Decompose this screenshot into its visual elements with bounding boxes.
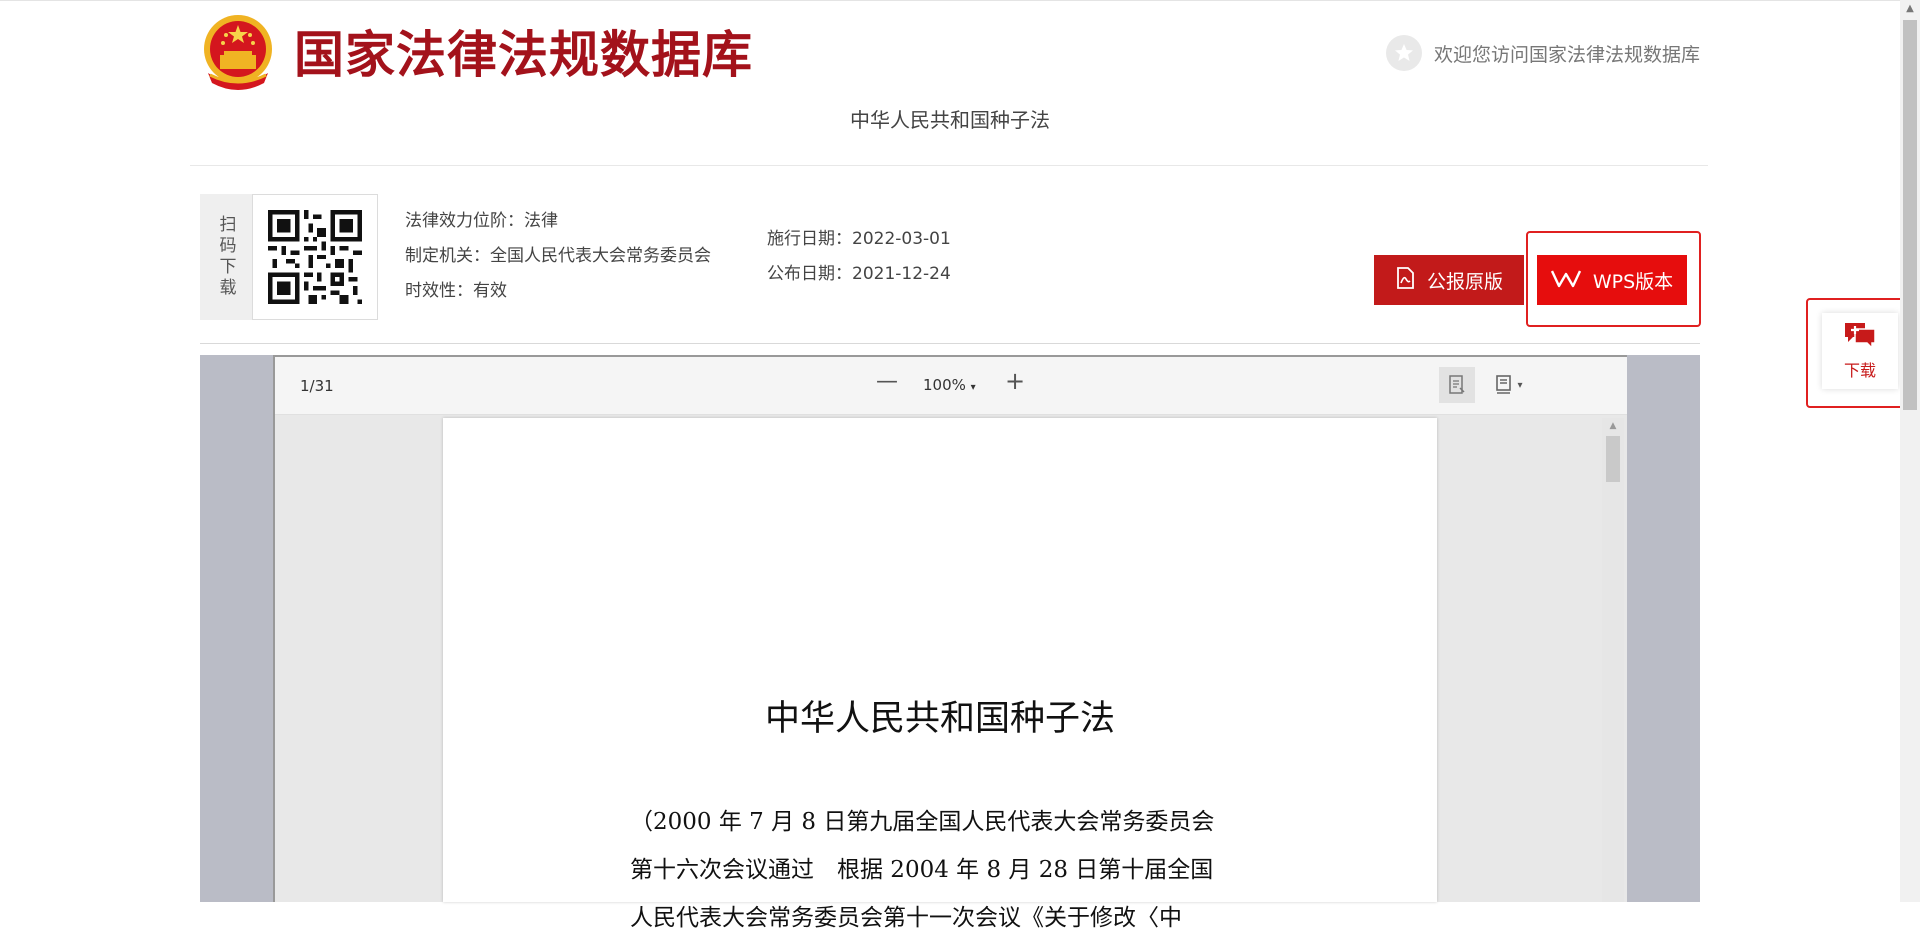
national-emblem-icon[interactable] [200,13,276,93]
meta-validity: 时效性： 有效 [405,281,507,301]
meta-column-1: 法律效力位阶： 法律 制定机关： 全国人民代表大会常务委员会 时效性： 有效 [405,204,711,309]
qr-label: 扫码下载 [200,194,252,320]
pdf-icon [1395,266,1415,294]
page-scrollbar-thumb[interactable] [1903,20,1917,410]
page-view-button[interactable] [1439,367,1475,403]
highlight-box-download [1806,298,1914,408]
star-icon[interactable] [1385,35,1422,71]
document-line: （2000 年 7 月 8 日第九届全国人民代表大会常务委员会 [630,809,1215,835]
document-line: 人民代表大会常务委员会第十一次会议《关于修改〈中 [630,905,1182,931]
meta-effective-date: 施行日期： 2022-03-01 [767,229,951,249]
law-subtitle: 中华人民共和国种子法 [850,108,1050,132]
meta-authority: 制定机关： 全国人民代表大会常务委员会 [405,246,711,266]
document-line: 第十六次会议通过 根据 2004 年 8 月 28 日第十届全国 [630,857,1214,883]
meta-column-2: 施行日期： 2022-03-01 公布日期： 2021-12-24 [767,222,951,292]
pdf-toolbar: 1/31 — 100% ▾ + ▾ [275,357,1627,415]
zoom-select[interactable]: 100% ▾ [923,376,976,394]
page-count: 1/31 [300,377,334,395]
meta-publish-date: 公布日期： 2021-12-24 [767,264,951,284]
document-title: 中华人民共和国种子法 [764,699,1115,739]
viewer-scrollbar[interactable]: ▲ [1602,418,1624,902]
top-border [0,0,1920,1]
gongbao-original-button[interactable]: 公报原版 [1374,255,1524,305]
scroll-mode-button[interactable]: ▾ [1489,367,1529,403]
zoom-out-button[interactable]: — [875,369,899,399]
welcome-text: 欢迎您访问国家法律法规数据库 [1433,43,1700,66]
document-icon [1449,375,1465,394]
header-divider [190,165,1708,166]
page-mode-icon [1496,375,1512,394]
meta-divider [200,343,1700,344]
meta-level: 法律效力位阶： 法律 [405,211,558,231]
scroll-up-icon[interactable]: ▲ [1900,0,1920,17]
caret-down-icon: ▾ [970,382,976,393]
document-page: 中华人民共和国种子法 （2000 年 7 月 8 日第九届全国人民代表大会常务委… [443,418,1437,931]
qr-code [252,194,378,320]
document-body: （2000 年 7 月 8 日第九届全国人民代表大会常务委员会 第十六次会议通过… [630,798,1260,942]
page-scrollbar[interactable]: ▲ [1900,0,1920,902]
site-title[interactable]: 国家法律法规数据库 [294,20,753,90]
caret-down-icon: ▾ [1517,379,1523,391]
viewer-scrollbar-thumb[interactable] [1606,436,1620,482]
welcome-bar: 欢迎您访问国家法律法规数据库 [1385,35,1700,71]
qr-code-icon [268,210,362,304]
zoom-in-button[interactable]: + [1003,367,1027,397]
highlight-box-wps [1526,231,1701,327]
scroll-up-icon[interactable]: ▲ [1602,418,1624,434]
